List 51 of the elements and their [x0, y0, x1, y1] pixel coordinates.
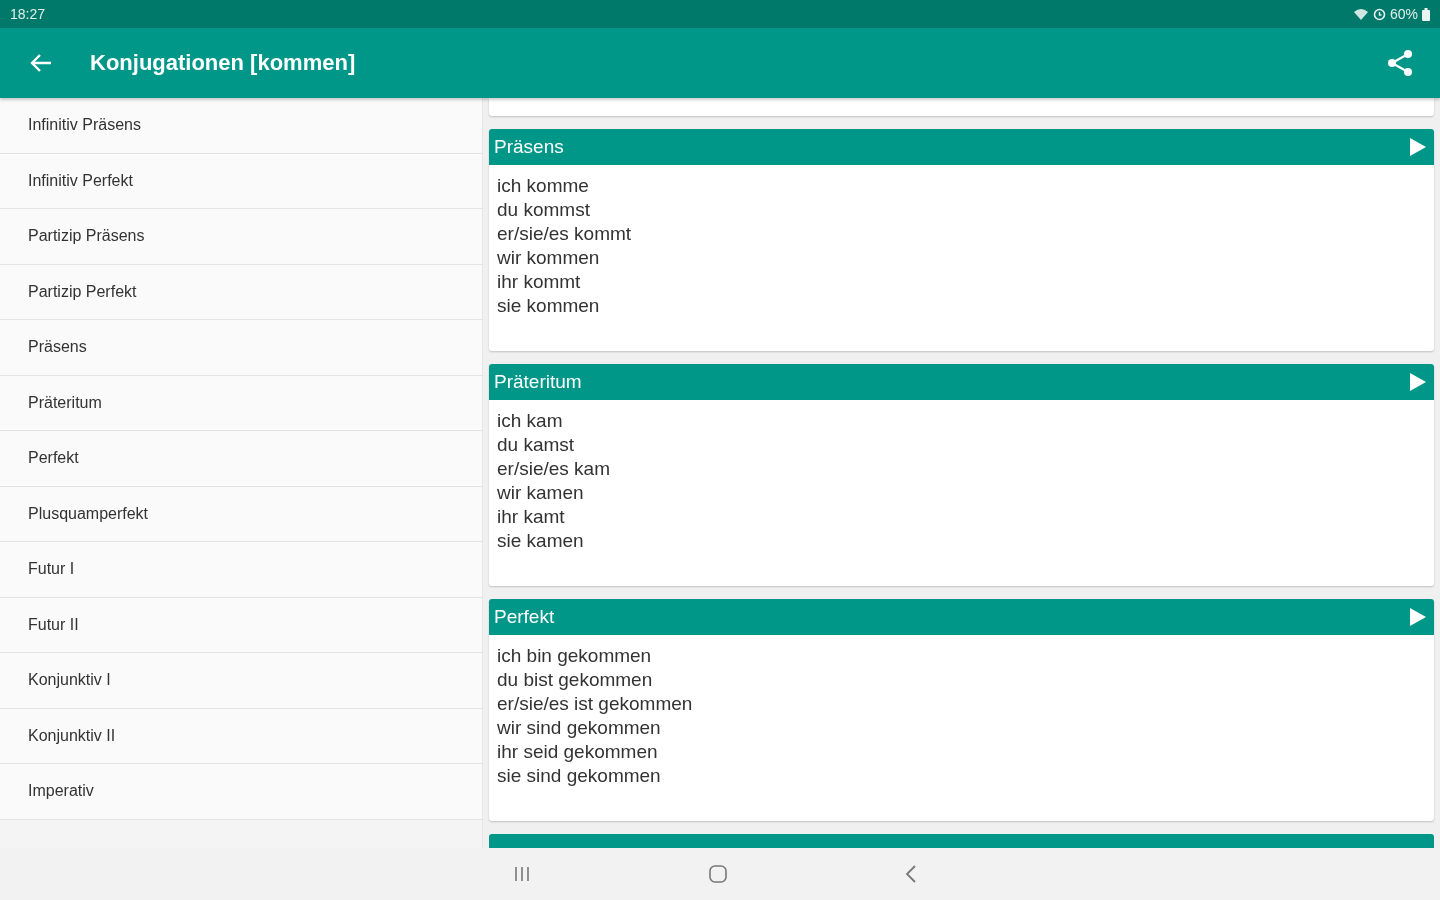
- tense-list-item[interactable]: Partizip Perfekt: [0, 264, 482, 320]
- tense-list-item[interactable]: Konjunktiv I: [0, 653, 482, 709]
- tense-list-item[interactable]: Futur I: [0, 542, 482, 598]
- screen-title: Konjugationen [kommen]: [90, 50, 356, 76]
- tense-list-item[interactable]: Imperativ: [0, 764, 482, 820]
- conjugation-line: ihr kamt: [497, 505, 566, 529]
- conjugation-line: er/sie/es ist gekommen: [497, 692, 694, 716]
- back-icon[interactable]: [904, 865, 918, 883]
- conjugation-line: wir sind gekommen: [497, 716, 662, 740]
- tense-list-item[interactable]: Konjunktiv II: [0, 708, 482, 764]
- tense-list-item[interactable]: Präsens: [0, 320, 482, 376]
- back-arrow-icon[interactable]: [30, 53, 52, 73]
- conjugation-line: wir kamen: [497, 481, 585, 505]
- play-icon[interactable]: [1409, 137, 1427, 157]
- tense-list-item[interactable]: Präteritum: [0, 375, 482, 431]
- conjugation-line: du kamst: [497, 433, 576, 457]
- battery-icon: [1422, 7, 1430, 21]
- tense-list-item[interactable]: Infinitiv Präsens: [0, 98, 482, 154]
- card-header[interactable]: Perfekt: [489, 599, 1434, 635]
- recent-apps-icon[interactable]: [512, 866, 532, 882]
- battery-level: 60%: [1389, 6, 1418, 22]
- tense-list-item[interactable]: Futur II: [0, 597, 482, 653]
- conjugation-line: wir kommen: [497, 246, 601, 270]
- conjugation-line: ich komme: [497, 174, 590, 198]
- conjugation-line: er/sie/es kam: [497, 457, 611, 481]
- card-title: Präsens: [494, 136, 564, 158]
- alarm-icon: [1372, 7, 1386, 21]
- tense-list-item[interactable]: Plusquamperfekt: [0, 486, 482, 542]
- conjugation-line: ich bin gekommen: [497, 644, 653, 668]
- conjugation-line: du bist gekommen: [497, 668, 654, 692]
- conjugation-line: ich kam: [497, 409, 564, 433]
- tense-list-item[interactable]: Partizip Präsens: [0, 209, 482, 265]
- home-icon[interactable]: [708, 864, 728, 884]
- conjugation-line: er/sie/es kommt: [497, 222, 633, 246]
- card-header[interactable]: Präsens: [489, 129, 1434, 165]
- card-header[interactable]: Präteritum: [489, 364, 1434, 400]
- share-icon[interactable]: [1386, 49, 1414, 77]
- tense-list-item[interactable]: Perfekt: [0, 431, 482, 487]
- play-icon[interactable]: [1409, 372, 1427, 392]
- tense-list-item[interactable]: Infinitiv Perfekt: [0, 153, 482, 209]
- conjugation-line: ihr seid gekommen: [497, 740, 659, 764]
- card-title: Perfekt: [494, 606, 555, 628]
- card-title: Präteritum: [494, 371, 582, 393]
- clock: 18:27: [10, 6, 46, 22]
- conjugation-line: du kommst: [497, 198, 591, 222]
- conjugation-line: sie kamen: [497, 529, 585, 553]
- play-icon[interactable]: [1409, 607, 1427, 627]
- conjugation-line: sie kommen: [497, 294, 601, 318]
- conjugation-line: ihr kommt: [497, 270, 582, 294]
- conjugation-line: sie sind gekommen: [497, 764, 662, 788]
- wifi-icon: [1352, 7, 1369, 21]
